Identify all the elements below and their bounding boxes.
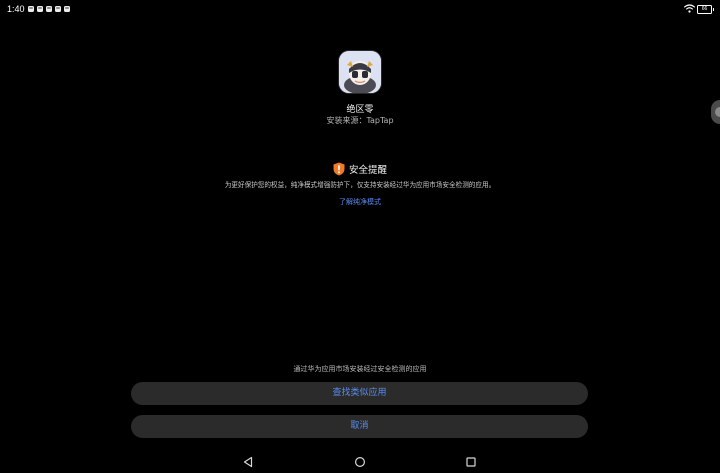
notification-icon — [37, 6, 43, 12]
status-bar: 1:40 66 — [0, 0, 720, 20]
security-alert-header: 安全提醒 — [0, 162, 720, 176]
footer-hint: 通过华为应用市场安装经过安全检测的应用 — [293, 365, 427, 373]
find-similar-apps-button[interactable]: 查找类似应用 — [131, 382, 588, 405]
notification-icon — [55, 6, 61, 12]
cancel-button[interactable]: 取消 — [131, 415, 588, 438]
notification-icon — [64, 6, 70, 12]
home-circle-icon[interactable] — [354, 456, 366, 468]
status-time: 1:40 — [7, 4, 25, 14]
notification-icons — [28, 6, 70, 12]
wifi-icon — [684, 4, 695, 13]
learn-pure-mode-link[interactable]: 了解纯净模式 — [0, 197, 720, 207]
security-alert-title: 安全提醒 — [348, 165, 387, 176]
app-name: 绝区零 — [346, 105, 374, 115]
notification-icon — [28, 6, 34, 12]
navigation-bar — [0, 452, 720, 473]
notification-icon — [46, 6, 52, 12]
shield-alert-icon — [333, 162, 345, 176]
app-logo-icon — [339, 51, 381, 93]
battery-icon: 66 — [697, 5, 714, 14]
back-triangle-icon[interactable] — [242, 456, 254, 468]
security-alert-description: 为更好保护您的权益，纯净模式增强防护下，仅支持安装经过华为应用市场安全检测的应用… — [224, 181, 496, 189]
recent-square-icon[interactable] — [465, 456, 477, 468]
install-source: 安装来源：TapTap — [326, 116, 394, 125]
